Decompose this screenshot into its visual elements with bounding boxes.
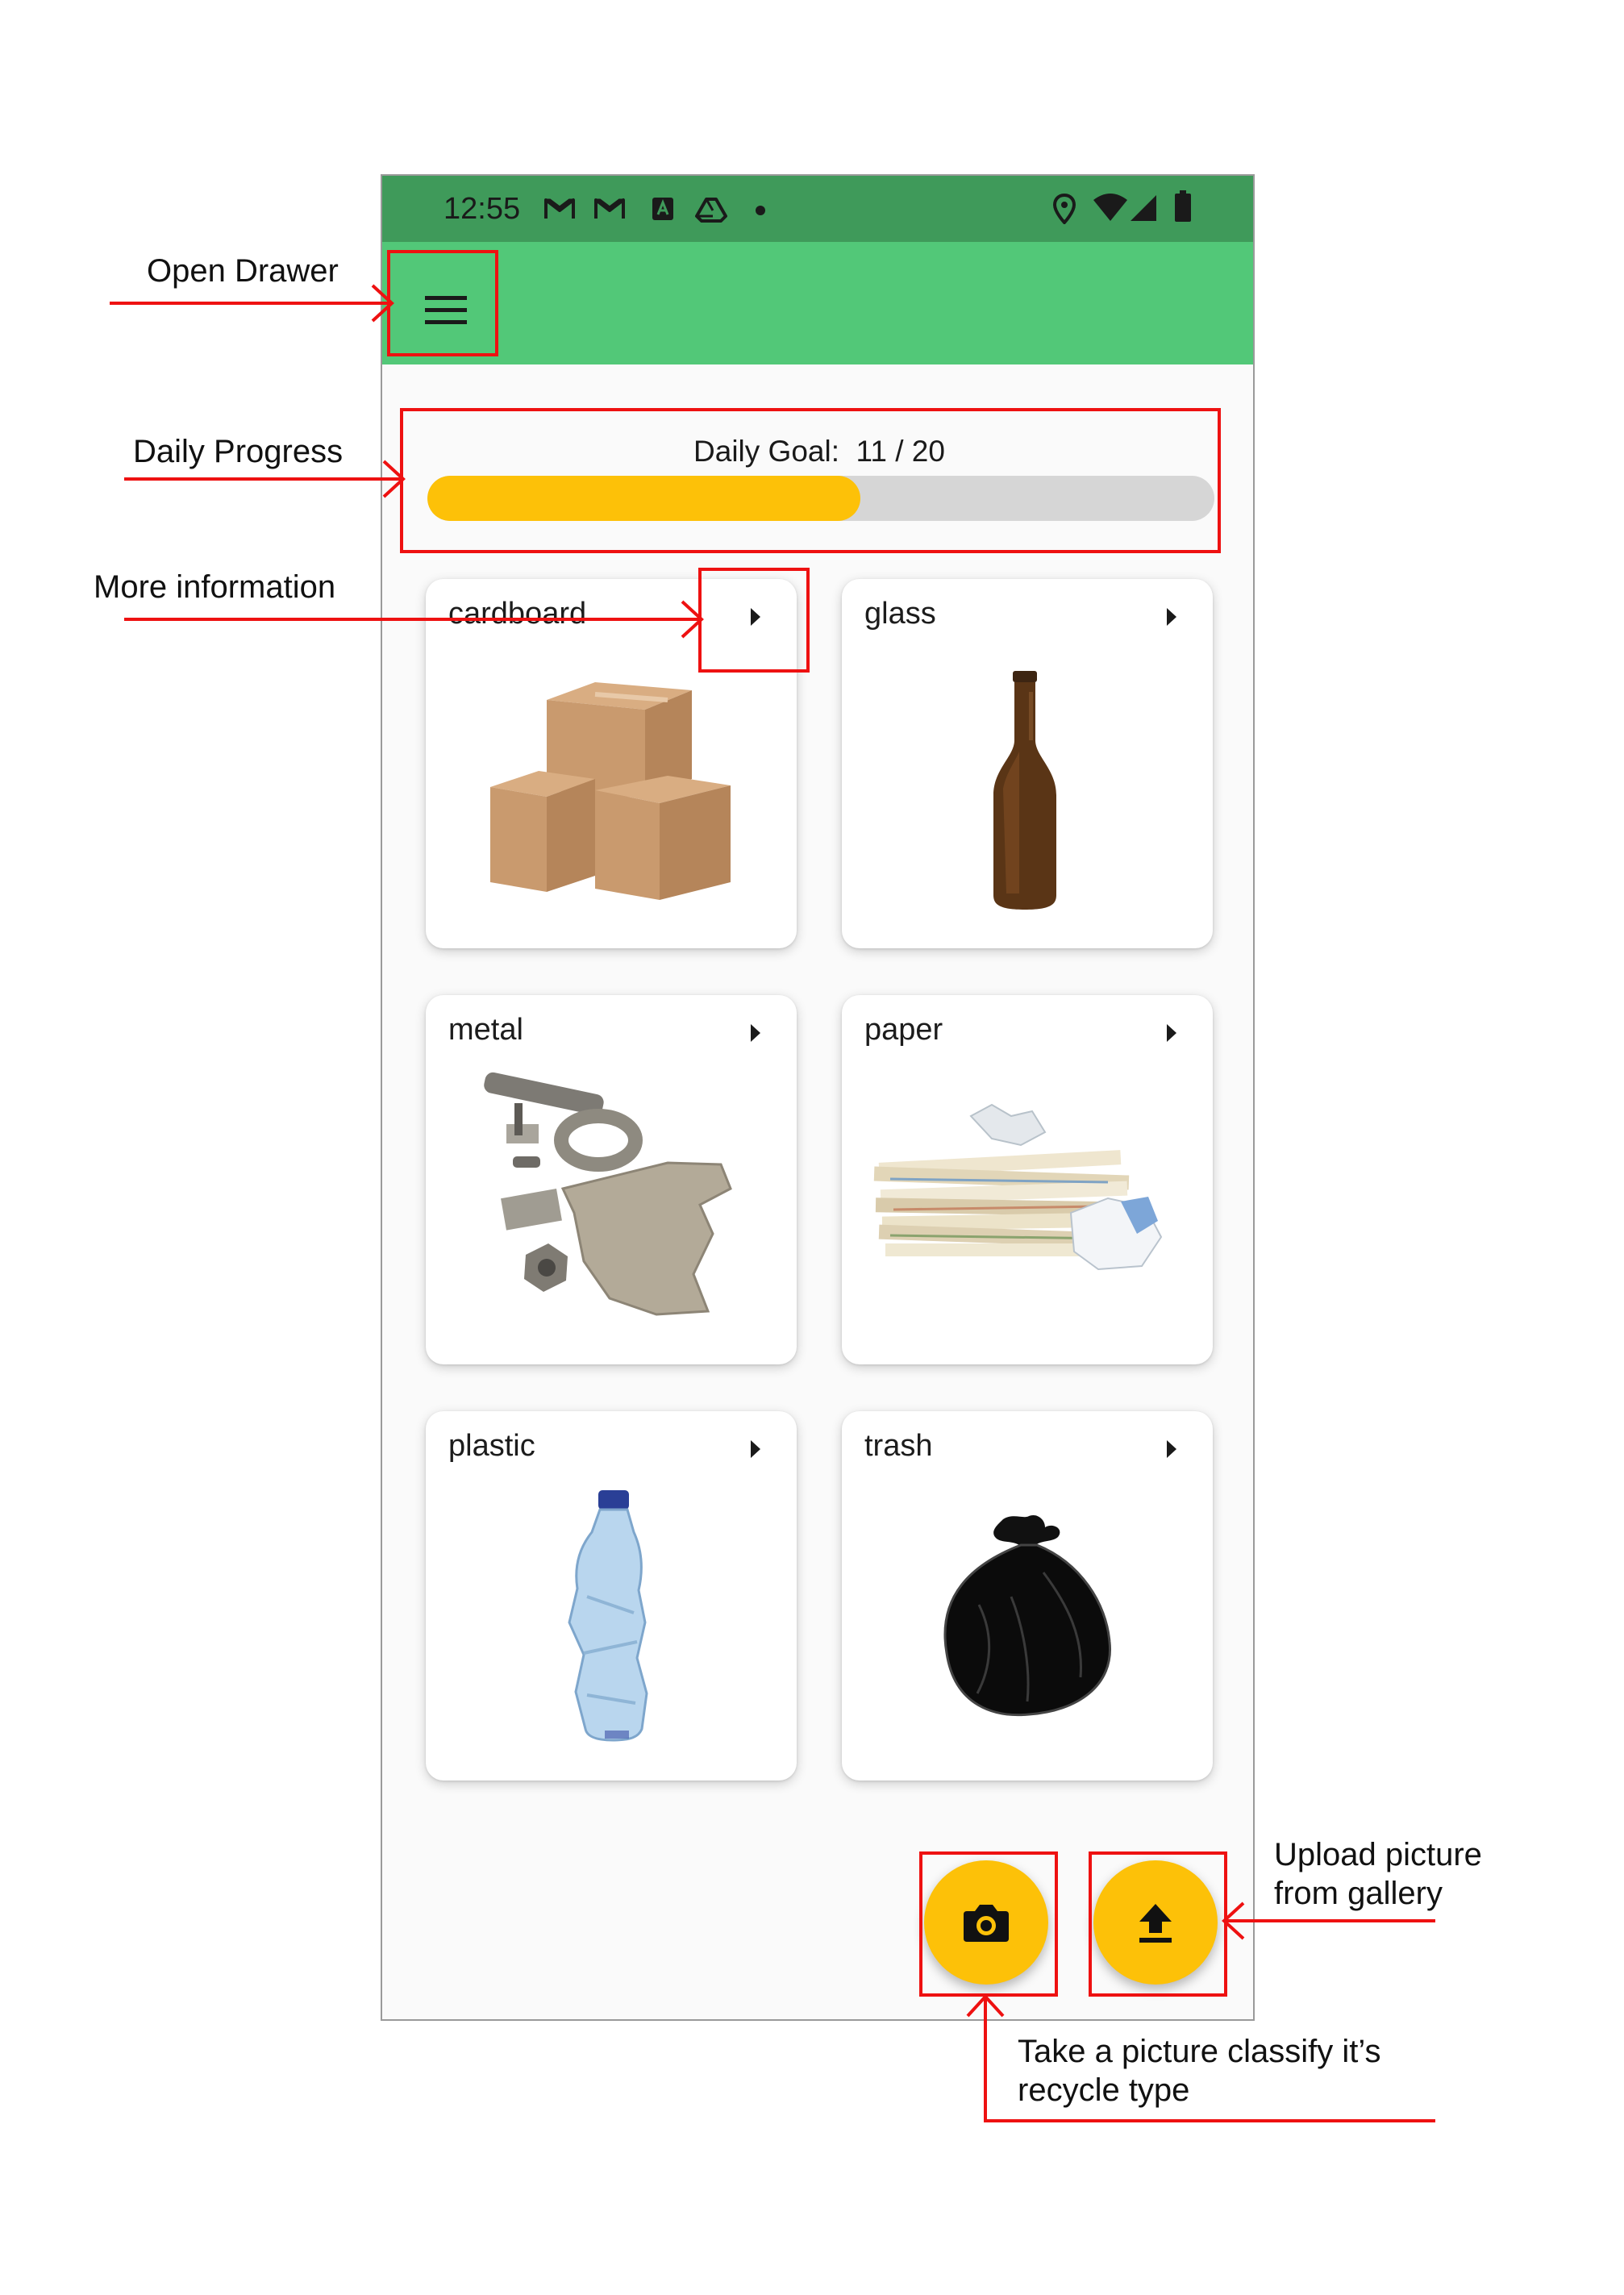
category-label: metal (448, 1013, 523, 1047)
dot-icon (756, 206, 765, 215)
highlight-daily-progress (400, 408, 1221, 553)
glass-bottle-image (993, 671, 1056, 910)
plastic-bottle-image (568, 1490, 648, 1742)
arrow-right-icon (751, 1024, 760, 1042)
category-card-trash[interactable]: trash (842, 1411, 1213, 1781)
category-label: trash (864, 1429, 933, 1463)
app-bar (382, 242, 1253, 364)
annotation-daily-progress: Daily Progress (133, 434, 344, 469)
arrow-right-icon (1167, 608, 1176, 626)
category-label: glass (864, 597, 936, 631)
arrow-right-icon (1167, 1440, 1176, 1458)
category-label: plastic (448, 1429, 535, 1463)
paper-image (873, 1103, 1163, 1271)
more-info-button[interactable] (743, 1435, 768, 1463)
annotation-take-line2: recycle type (1018, 2072, 1190, 2108)
category-card-glass[interactable]: glass (842, 579, 1213, 948)
signal-icon (1131, 195, 1156, 221)
battery-icon (1175, 190, 1191, 222)
trash-bag-image (943, 1514, 1112, 1717)
category-card-paper[interactable]: paper (842, 995, 1213, 1364)
annotation-open-drawer: Open Drawer (147, 253, 339, 289)
metal-image (484, 1072, 732, 1316)
highlight-take-picture (919, 1851, 1058, 1997)
category-label: cardboard (448, 597, 587, 631)
annotation-upload-line2: from gallery (1274, 1876, 1443, 1911)
wifi-icon (1093, 194, 1127, 221)
gmail-icon (544, 198, 575, 219)
location-icon (1053, 194, 1076, 224)
more-info-button[interactable] (1160, 1019, 1184, 1047)
annotation-more-information: More information (94, 569, 336, 605)
category-card-plastic[interactable]: plastic (426, 1411, 797, 1781)
status-time: 12:55 (443, 192, 521, 226)
highlight-more-info (698, 568, 810, 673)
gmail-icon (594, 198, 625, 219)
more-info-button[interactable] (1160, 1435, 1184, 1463)
arrow-right-icon (751, 1440, 760, 1458)
annotation-take-picture: Take a picture classify it’s recycle typ… (1018, 2032, 1381, 2110)
drive-icon (695, 198, 727, 223)
annotation-take-line1: Take a picture classify it’s (1018, 2034, 1381, 2069)
more-info-button[interactable] (743, 1019, 768, 1047)
arrow-right-icon (1167, 1024, 1176, 1042)
more-info-button[interactable] (1160, 603, 1184, 631)
category-label: paper (864, 1013, 943, 1047)
category-card-metal[interactable]: metal (426, 995, 797, 1364)
status-bar: 12:55 (382, 176, 1253, 242)
annotation-upload-line1: Upload picture (1274, 1837, 1482, 1872)
highlight-upload (1089, 1851, 1227, 1997)
highlight-open-drawer (387, 250, 498, 356)
app-badge-icon (652, 198, 673, 220)
annotation-upload: Upload picture from gallery (1274, 1835, 1482, 1913)
